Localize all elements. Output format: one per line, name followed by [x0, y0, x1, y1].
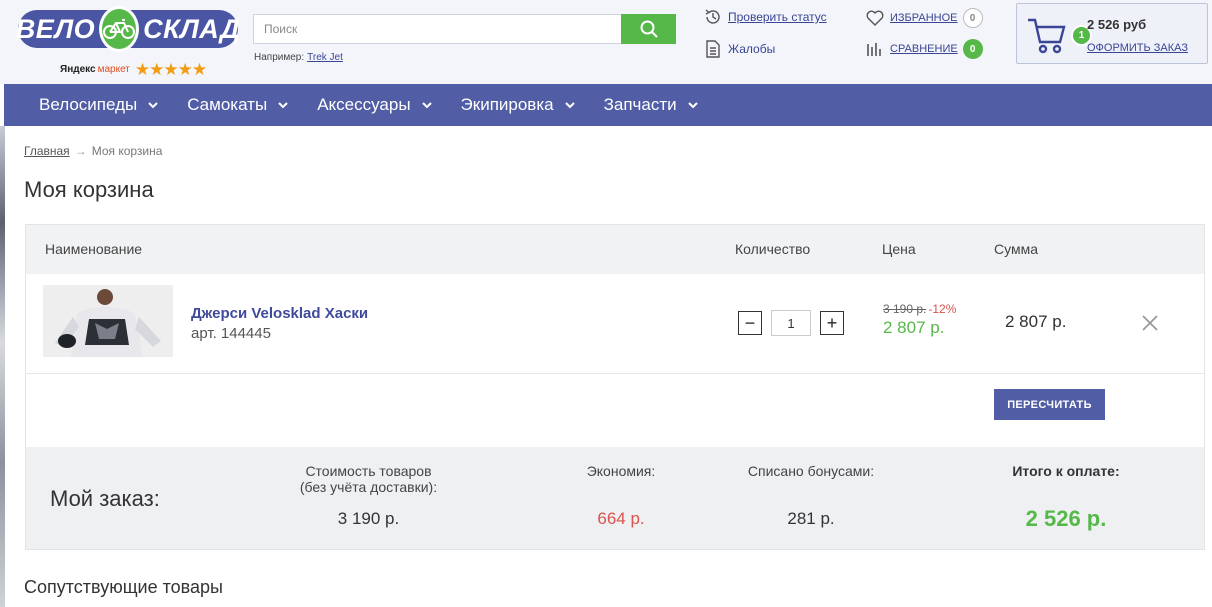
chevron-down-icon — [278, 102, 288, 109]
check-status-link[interactable]: Проверить статус — [703, 7, 827, 27]
search-example-label: Например: — [254, 52, 305, 63]
nav-item-label: Аксессуары — [317, 95, 411, 114]
favorites-link[interactable]: Избранное 0 — [865, 8, 983, 28]
bicycle-icon — [99, 6, 140, 52]
table-row: Джерси Velosklad Хаски арт. 144445 − + 3… — [26, 274, 1204, 374]
nav-item-scooters[interactable]: Самокаты — [187, 95, 289, 115]
summary-bonus: Списано бонусами: 281 р. — [731, 463, 891, 543]
background-photo-strip — [0, 126, 5, 607]
summary-total: Итого к оплате: 2 526 р. — [986, 463, 1146, 543]
search-icon — [640, 20, 658, 38]
page-title: Моя корзина — [24, 177, 154, 202]
search-input[interactable] — [253, 14, 621, 44]
ym-yandex-text: Яндекс — [60, 64, 96, 75]
close-icon[interactable] — [1141, 314, 1159, 332]
compare-count-badge: 0 — [962, 39, 983, 59]
breadcrumb: Главная → Моя корзина — [24, 144, 162, 158]
goods-cost-value: 3 190 р. — [337, 509, 400, 528]
favorites-count-badge: 0 — [962, 8, 983, 28]
nav-item-label: Экипировка — [460, 95, 554, 114]
chevron-down-icon — [148, 102, 158, 109]
favorites-label: Избранное — [890, 12, 958, 24]
nav-item-label: Велосипеды — [39, 95, 138, 114]
summary-goods-cost: Стоимость товаров (без учёта доставки): … — [286, 463, 451, 543]
column-header-name: Наименование — [45, 241, 143, 257]
discount-badge: -12% — [928, 302, 957, 316]
chevron-down-icon — [564, 102, 575, 109]
yandex-market-rating[interactable]: Яндекс маркет ★★★★★ — [60, 60, 207, 79]
order-summary: Мой заказ: Стоимость товаров (без учёта … — [26, 447, 1204, 549]
related-products-title: Сопутствующие товары — [24, 577, 223, 597]
bonus-value: 281 р. — [787, 509, 835, 528]
savings-value: 664 р. — [597, 509, 645, 528]
ym-market-text: маркет — [97, 64, 130, 75]
old-price: 3 190 р. -12% — [883, 302, 956, 316]
check-status-label: Проверить статус — [728, 10, 827, 24]
total-label: Итого к оплате: — [1012, 463, 1120, 479]
nav-item-bicycles[interactable]: Велосипеды — [39, 95, 159, 115]
column-header-price: Цена — [882, 241, 916, 257]
rating-stars: ★★★★★ — [134, 60, 207, 79]
total-value: 2 526 р. — [1025, 506, 1107, 531]
goods-cost-label-line2: (без учёта доставки): — [299, 479, 438, 495]
compare-label: Сравнение — [890, 43, 958, 55]
nav-item-parts[interactable]: Запчасти — [604, 95, 699, 115]
chevron-down-icon — [421, 102, 432, 109]
complaints-label: Жалобы — [728, 42, 776, 56]
product-name-link[interactable]: Джерси Velosklad Хаски — [191, 305, 368, 322]
nav-item-equipment[interactable]: Экипировка — [461, 95, 576, 115]
bonus-label: Списано бонусами: — [747, 463, 875, 479]
cart-table: Наименование Количество Цена Сумма Джерс… — [25, 224, 1205, 550]
search-example-link[interactable]: Trek Jet — [307, 52, 343, 63]
nav-item-label: Запчасти — [603, 95, 677, 114]
summary-savings: Экономия: 664 р. — [546, 463, 696, 543]
document-icon — [703, 39, 723, 59]
recalculate-button[interactable]: Пересчитать — [994, 389, 1105, 420]
compare-link[interactable]: Сравнение 0 — [865, 39, 983, 59]
bar-chart-icon — [865, 39, 885, 59]
main-nav: Велосипеды Самокаты Аксессуары Экипировк… — [4, 84, 1212, 126]
checkout-link[interactable]: Оформить заказ — [1087, 42, 1188, 54]
nav-item-accessories[interactable]: Аксессуары — [317, 95, 432, 115]
search-example: Например: Trek Jet — [254, 52, 343, 63]
logo-text-left: ВЕЛО — [15, 13, 96, 44]
complaints-link[interactable]: Жалобы — [703, 39, 775, 59]
current-price: 2 807 р. — [883, 318, 945, 337]
search-button[interactable] — [621, 14, 676, 44]
order-summary-title: Мой заказ: — [50, 486, 160, 511]
refresh-clock-icon — [703, 7, 723, 27]
site-header: ВЕЛО СКЛАД Яндекс маркет ★★★★★ Например:… — [0, 0, 1212, 84]
site-logo[interactable]: ВЕЛО СКЛАД — [15, 6, 241, 52]
old-price-value: 3 190 р. — [883, 302, 927, 316]
item-sum: 2 807 р. — [1005, 312, 1067, 331]
quantity-stepper: − + — [738, 310, 844, 336]
qty-input[interactable] — [771, 310, 811, 336]
shopping-cart-icon — [1028, 18, 1066, 54]
logo-text-right: СКЛАД — [143, 13, 241, 44]
qty-increase-button[interactable]: + — [820, 311, 844, 335]
nav-item-label: Самокаты — [187, 95, 268, 114]
column-header-sum: Сумма — [994, 241, 1038, 257]
column-header-qty: Количество — [735, 241, 811, 257]
breadcrumb-current: Моя корзина — [91, 144, 163, 158]
qty-decrease-button[interactable]: − — [738, 311, 762, 335]
cart-total: 2 526 руб — [1087, 17, 1147, 32]
savings-label: Экономия: — [586, 463, 656, 479]
mini-cart[interactable]: 1 2 526 руб Оформить заказ — [1016, 3, 1208, 64]
heart-icon — [865, 8, 885, 28]
chevron-down-icon — [687, 102, 698, 109]
breadcrumb-home-link[interactable]: Главная — [24, 144, 70, 158]
product-article: арт. 144445 — [191, 325, 271, 342]
goods-cost-label-line1: Стоимость товаров — [305, 463, 432, 479]
cart-table-header: Наименование Количество Цена Сумма — [26, 225, 1204, 274]
product-thumbnail[interactable] — [43, 285, 173, 357]
breadcrumb-arrow: → — [74, 144, 87, 158]
search-bar — [253, 14, 676, 44]
